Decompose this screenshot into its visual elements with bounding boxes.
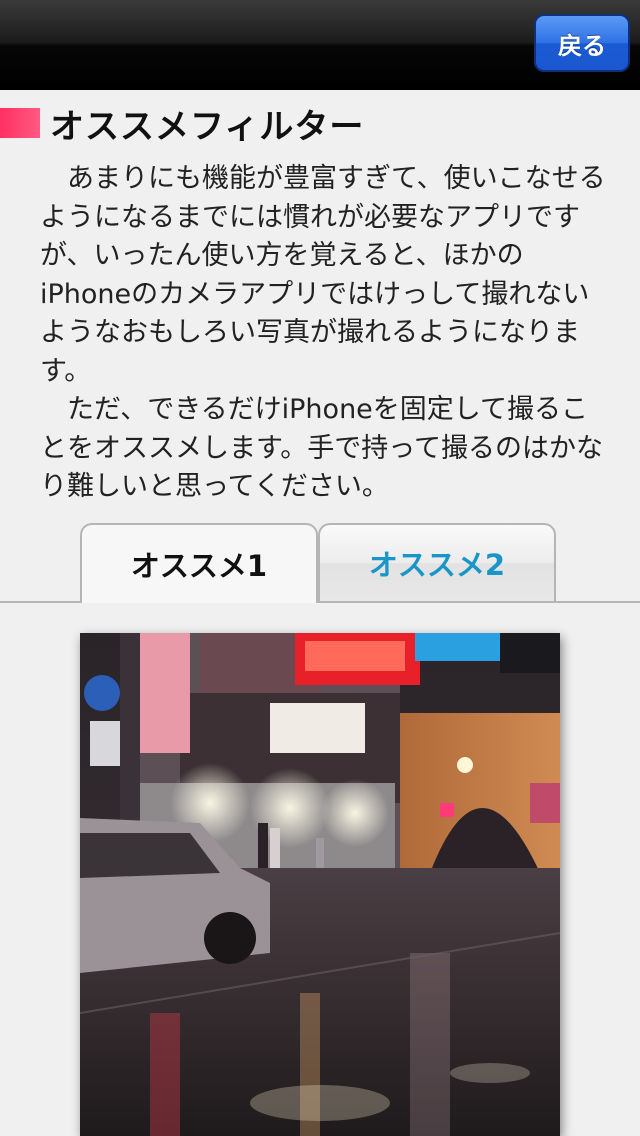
description-paragraph-2: ただ、できるだけiPhoneを固定して撮ることをオススメします。手で持って撮るの… (40, 394, 603, 502)
night-street-photo (80, 633, 560, 1136)
sample-photo (80, 633, 560, 1136)
back-button[interactable]: 戻る (534, 14, 630, 72)
description-text: あまりにも機能が豊富すぎて、使いこなせるようになるまでには慣れが必要なアプリです… (40, 160, 610, 507)
page-title: オススメフィルター (50, 106, 365, 147)
navigation-bar: 戻る (0, 0, 640, 90)
tab-osusume-1[interactable]: オススメ1 (80, 523, 318, 603)
tab-osusume-2[interactable]: オススメ2 (318, 523, 556, 601)
description-paragraph-1: あまりにも機能が豊富すぎて、使いこなせるようになるまでには慣れが必要なアプリです… (40, 163, 606, 387)
title-accent-bar (0, 108, 40, 138)
section-header: オススメフィルター (0, 98, 640, 148)
